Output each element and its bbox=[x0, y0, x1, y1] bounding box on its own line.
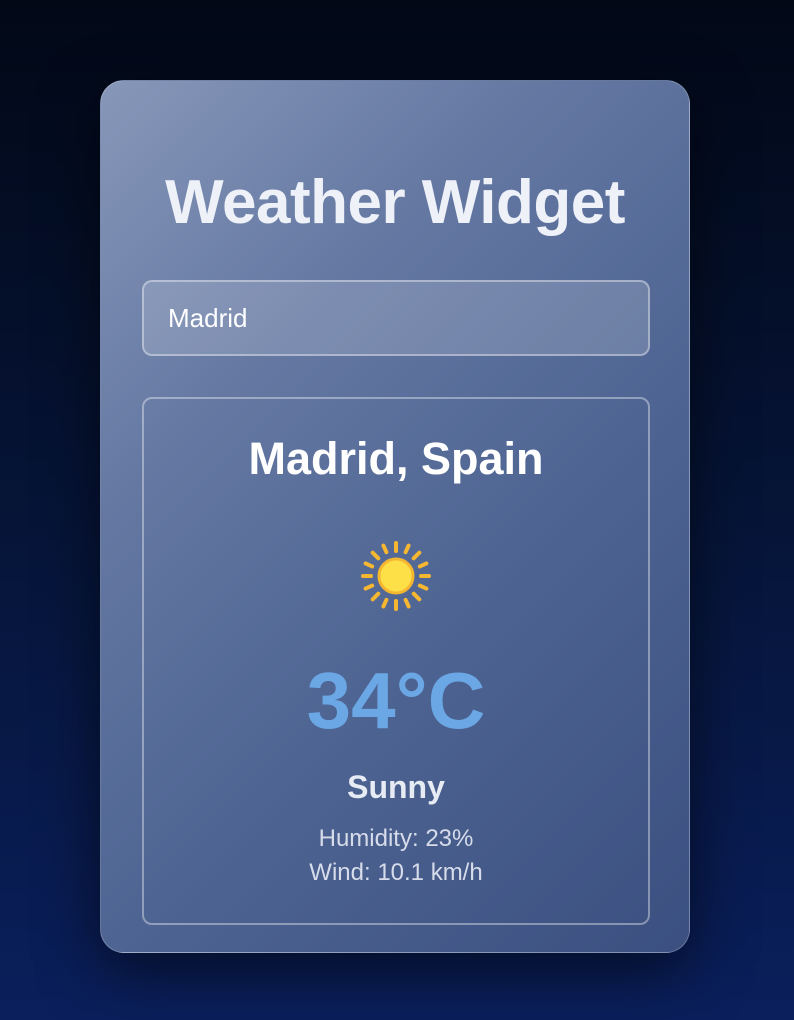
weather-condition: Sunny bbox=[347, 769, 445, 805]
humidity-value: Humidity: 23% bbox=[318, 825, 474, 852]
city-search-input[interactable] bbox=[142, 280, 650, 356]
weather-widget-card: Weather Widget Madrid, Spain bbox=[100, 80, 690, 953]
temperature-value: 34°C bbox=[306, 656, 486, 745]
widget-title: Weather Widget bbox=[165, 168, 625, 237]
sun-icon bbox=[361, 541, 431, 611]
weather-result-panel: Madrid, Spain 34°C Sunny Humidity: 23% W… bbox=[142, 397, 650, 925]
wind-value: Wind: 10.1 km/h bbox=[309, 859, 483, 886]
location-name: Madrid, Spain bbox=[248, 433, 544, 484]
